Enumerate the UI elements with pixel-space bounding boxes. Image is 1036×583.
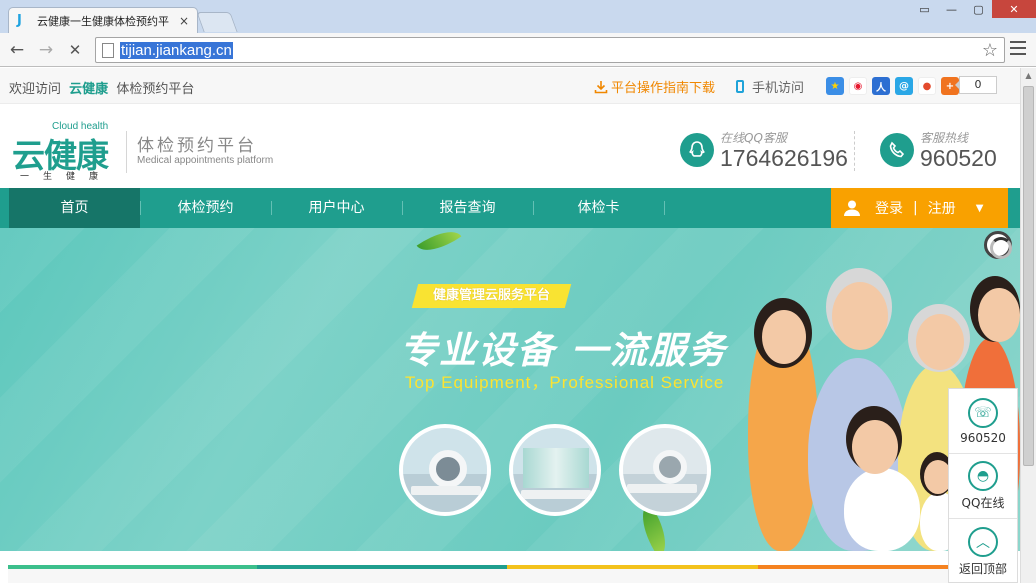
banner-subline: Top Equipment，Professional Service xyxy=(405,373,725,392)
phone-24h-icon: ☏ xyxy=(968,397,998,428)
guide-download-link[interactable]: 平台操作指南下载 xyxy=(594,77,715,96)
float-hotline-number: 960520 xyxy=(960,430,1006,445)
nav-appointment[interactable]: 体检预约 xyxy=(140,188,271,228)
logo-divider xyxy=(126,131,127,173)
qq-penguin-icon: ◓ xyxy=(968,461,998,491)
equipment-photo-ct xyxy=(399,424,491,516)
welcome-prefix: 欢迎访问 xyxy=(9,82,62,97)
floating-service-panel: ☏ 960520 ◓ QQ在线 ︿ 返回顶部 xyxy=(948,388,1018,583)
qq-share-icon[interactable]: ● xyxy=(918,77,936,95)
login-link[interactable]: 登录 xyxy=(875,198,903,218)
guide-download-label: 平台操作指南下载 xyxy=(611,81,716,96)
float-qq-online[interactable]: ◓ QQ在线 xyxy=(949,454,1017,519)
tab-favicon-icon: J xyxy=(17,12,22,28)
scroll-thumb[interactable] xyxy=(1023,86,1034,466)
float-hotline[interactable]: ☏ 960520 xyxy=(949,389,1017,454)
share-count: 0 xyxy=(955,76,997,94)
nav-report-query[interactable]: 报告查询 xyxy=(402,188,533,228)
window-controls: ▭ — ▢ ✕ xyxy=(911,0,1036,18)
nav-separator xyxy=(664,201,665,215)
register-link[interactable]: 注册 xyxy=(928,198,956,218)
renren-share-icon[interactable]: 人 xyxy=(872,77,890,95)
hotline-contact[interactable]: 客服热线 960520 xyxy=(880,129,997,170)
platform-subtitle: Medical appointments platform xyxy=(137,155,274,166)
hotline-label: 客服热线 xyxy=(920,131,969,145)
nav-home[interactable]: 首页 xyxy=(9,188,140,228)
hero-banner[interactable]: 健康管理云服务平台 专业设备 一流服务 Top Equipment，Profes… xyxy=(0,228,1020,551)
platform-title: 体检预约平台 xyxy=(137,136,257,156)
new-tab-button[interactable] xyxy=(196,12,238,32)
address-bar[interactable]: tijian.jiankang.cn ☆ xyxy=(95,37,1005,63)
browser-menu-icon[interactable] xyxy=(1010,41,1026,59)
site-header: Cloud health 云健康 一生健康 体检预约平台 Medical app… xyxy=(0,105,1020,188)
welcome-brand[interactable]: 云健康 xyxy=(69,82,108,97)
section-tabs-strip xyxy=(8,565,1020,583)
qzone-share-icon[interactable]: ★ xyxy=(826,77,844,95)
vertical-scrollbar[interactable]: ▲ xyxy=(1020,68,1036,583)
forward-icon[interactable]: → xyxy=(35,39,57,61)
welcome-suffix: 体检预约平台 xyxy=(116,82,195,97)
banner-tag-text: 健康管理云服务平台 xyxy=(433,288,551,303)
browser-tab[interactable]: J 云健康一生健康体检预约平 × xyxy=(8,7,198,33)
back-icon[interactable]: ← xyxy=(6,39,28,61)
hotline-number: 960520 xyxy=(920,145,997,171)
scroll-up-arrow-icon[interactable]: ▲ xyxy=(1021,68,1036,84)
loading-spinner-icon xyxy=(984,231,1012,259)
stop-icon[interactable]: ✕ xyxy=(64,39,86,61)
phone-icon xyxy=(880,132,914,167)
window-close-icon[interactable]: ✕ xyxy=(992,0,1036,18)
section-strip-yellow[interactable] xyxy=(507,565,758,583)
qq-label: 在线QQ客服 xyxy=(720,131,787,145)
top-info-bar: 欢迎访问 云健康 体检预约平台 平台操作指南下载 手机访问 ★ ◉ 人 @ ● … xyxy=(0,68,1020,104)
web-page: 欢迎访问 云健康 体检预约平台 平台操作指南下载 手机访问 ★ ◉ 人 @ ● … xyxy=(0,68,1020,583)
window-minimize-icon[interactable]: — xyxy=(938,0,965,18)
browser-toolbar: ← → ✕ tijian.jiankang.cn ☆ xyxy=(0,33,1036,67)
equipment-photo-scanner xyxy=(619,424,711,516)
page-icon xyxy=(102,42,114,58)
download-icon xyxy=(594,80,608,93)
tab-title: 云健康一生健康体检预约平 xyxy=(37,14,169,28)
contact-divider xyxy=(854,131,855,171)
tab-close-button[interactable]: × xyxy=(177,14,191,28)
qq-number: 1764626196 xyxy=(720,145,848,171)
equipment-photo-hall xyxy=(509,424,601,516)
login-separator: | xyxy=(913,200,918,216)
main-nav: 首页 体检预约 用户中心 报告查询 体检卡 登录 | 注册 ▼ xyxy=(0,188,1020,228)
arrow-up-icon: ︿ xyxy=(968,526,998,557)
window-maximize-icon[interactable]: ▢ xyxy=(965,0,992,18)
url-text[interactable]: tijian.jiankang.cn xyxy=(120,41,233,59)
share-buttons: ★ ◉ 人 @ ● + xyxy=(826,77,959,95)
bookmark-star-icon[interactable]: ☆ xyxy=(982,40,998,61)
qq-contact[interactable]: 在线QQ客服 1764626196 xyxy=(680,129,848,170)
browser-titlebar: J 云健康一生健康体检预约平 × ▭ — ▢ ✕ xyxy=(0,0,1036,33)
section-strip-orange[interactable] xyxy=(758,565,948,583)
section-strip-teal[interactable] xyxy=(257,565,507,583)
mobile-phone-icon xyxy=(736,80,744,93)
user-icon xyxy=(844,200,860,216)
banner-tag: 健康管理云服务平台 xyxy=(411,284,572,308)
logo-slogan: 一生健康 xyxy=(20,172,113,182)
mobile-access-link[interactable]: 手机访问 xyxy=(736,77,804,96)
float-qq-label: QQ在线 xyxy=(961,496,1005,510)
mobile-access-label: 手机访问 xyxy=(752,81,805,96)
login-register-box: 登录 | 注册 ▼ xyxy=(831,188,1008,228)
tencent-weibo-share-icon[interactable]: @ xyxy=(895,77,913,95)
welcome-text: 欢迎访问 云健康 体检预约平台 xyxy=(9,78,194,97)
nav-exam-card[interactable]: 体检卡 xyxy=(533,188,664,228)
qq-icon xyxy=(680,132,714,167)
weibo-share-icon[interactable]: ◉ xyxy=(849,77,867,95)
boy-figure xyxy=(844,468,920,551)
banner-headline: 专业设备 一流服务 xyxy=(400,329,727,372)
chevron-down-icon[interactable]: ▼ xyxy=(976,203,984,214)
nav-user-center[interactable]: 用户中心 xyxy=(271,188,402,228)
window-user-icon[interactable]: ▭ xyxy=(911,0,938,18)
section-strip-green[interactable] xyxy=(8,565,257,583)
